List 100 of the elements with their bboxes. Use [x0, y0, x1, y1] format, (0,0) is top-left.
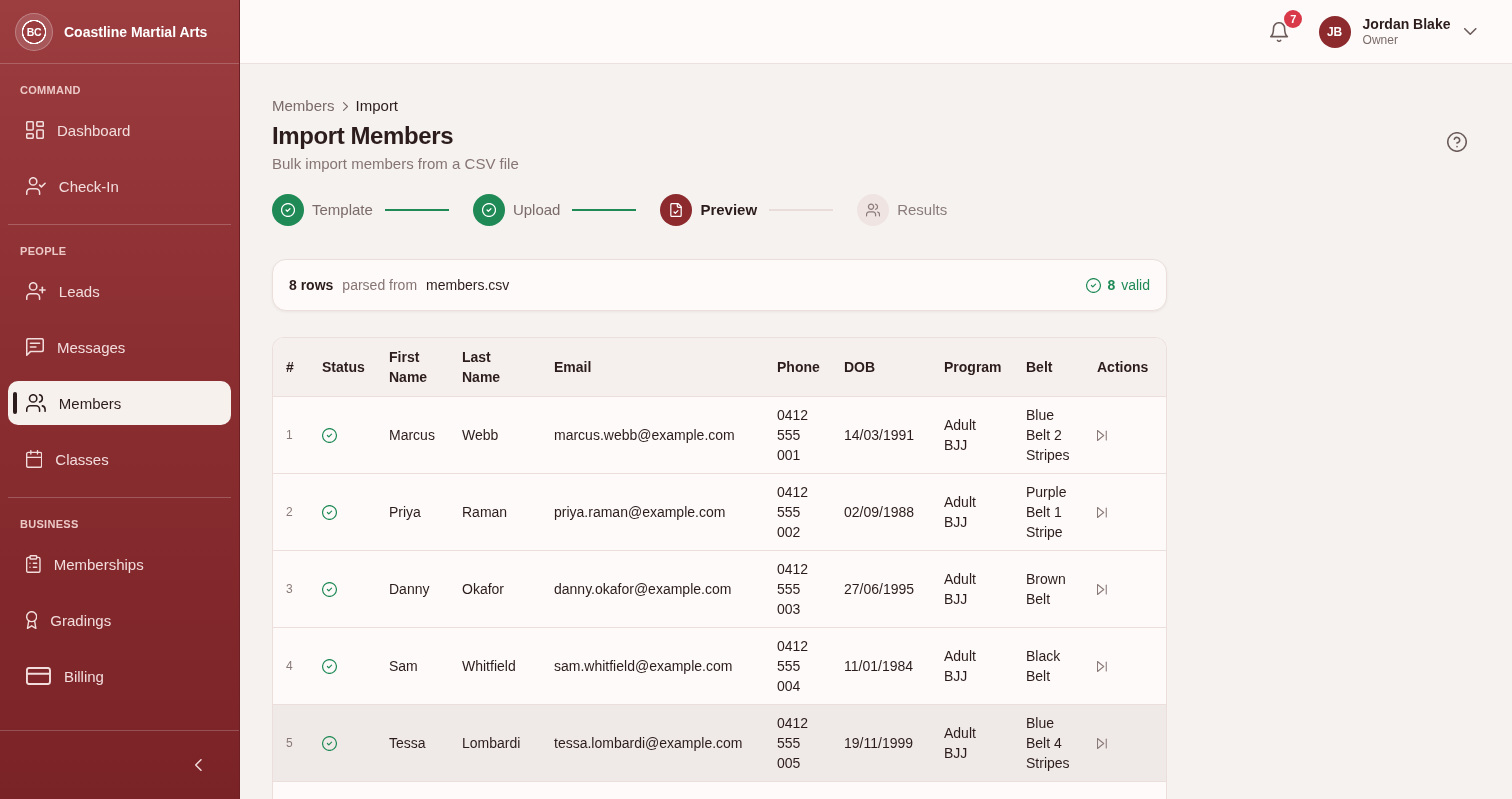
breadcrumb-link[interactable]: Members: [272, 96, 335, 116]
row-number: 1: [285, 427, 294, 444]
column-header: Status: [321, 358, 366, 377]
column-header: #: [285, 358, 295, 377]
source-label: parsed from: [342, 277, 418, 293]
user-avatar[interactable]: JB: [1318, 15, 1351, 48]
user-name: Jordan Blake: [1362, 15, 1451, 33]
table-cell-text: 0412 555 004: [776, 637, 810, 696]
clipboard-list-icon: [26, 555, 41, 573]
table-cell-text: Black Belt: [1025, 647, 1062, 686]
valid-count: 8: [1107, 277, 1116, 293]
table-cell-text: Marcus: [388, 426, 436, 445]
nav-item[interactable]: Gradings: [8, 598, 231, 642]
table-cell-text: 0412 555 002: [776, 483, 810, 542]
skip-forward-icon[interactable]: [1097, 583, 1107, 595]
step-label: Preview: [700, 200, 758, 220]
table-cell-text: 0412 555 005: [776, 714, 810, 773]
table-cell-text: marcus.webb@example.com: [553, 426, 736, 445]
nav-item[interactable]: Dashboard: [8, 108, 231, 152]
nav-item[interactable]: Memberships: [8, 542, 231, 586]
row-number: 2: [285, 504, 294, 521]
table-cell-text: Lombardi: [461, 734, 522, 753]
row-count: 8 rows: [289, 277, 334, 293]
row-number: 4: [285, 658, 294, 675]
column-header: Belt: [1025, 358, 1054, 377]
table-cell-text: tessa.lombardi@example.com: [553, 734, 744, 753]
nav-item[interactable]: Classes: [8, 437, 231, 481]
nav-item[interactable]: Check-In: [8, 164, 231, 208]
table-cell-text: 02/09/1988: [843, 503, 916, 522]
skip-forward-icon[interactable]: [1097, 506, 1107, 518]
table-cell-text: Webb: [461, 426, 500, 445]
table-cell-text: Danny: [388, 580, 431, 599]
table-cell-text: Adult BJJ: [943, 724, 977, 763]
table-cell-text: Okafor: [461, 580, 505, 599]
breadcrumb-current: Import: [355, 96, 399, 116]
table-cell-text: 14/03/1991: [843, 426, 916, 445]
table-cell-text: 11/01/1984: [843, 657, 915, 676]
help-icon[interactable]: [1447, 132, 1467, 152]
valid-check-icon: [1086, 277, 1102, 293]
award-ribbon-icon: [26, 611, 38, 629]
calendar-icon: [26, 450, 43, 468]
chevron-down-icon[interactable]: [1464, 28, 1477, 35]
page-subtitle: Bulk import members from a CSV file: [272, 154, 519, 174]
brand-name: Coastline Martial Arts: [64, 23, 208, 40]
column-header: First Name: [388, 348, 429, 387]
nav-item[interactable]: Leads: [8, 269, 231, 313]
column-header: Phone: [776, 358, 821, 377]
table-cell-text: danny.okafor@example.com: [553, 580, 733, 599]
skip-forward-icon[interactable]: [1097, 660, 1107, 672]
step-connector: [572, 209, 637, 211]
table-cell-text: Brown Belt: [1025, 570, 1067, 609]
table-cell-text: Sam: [388, 657, 419, 676]
user-role: Owner: [1362, 32, 1399, 48]
bell-icon[interactable]: [1270, 21, 1289, 42]
table-cell-text: Blue Belt 4 Stripes: [1025, 714, 1071, 773]
nav-item[interactable]: Messages: [8, 325, 231, 369]
logo-mark: BC: [15, 12, 53, 51]
column-header: Program: [943, 358, 1003, 377]
table-cell-text: 0412 555 003: [776, 560, 810, 619]
column-header: Last Name: [461, 348, 502, 387]
credit-card-icon: [26, 667, 51, 685]
table-cell-text: 27/06/1995: [843, 580, 916, 599]
nav-section-label: COMMAND: [19, 84, 82, 97]
column-header: DOB: [843, 358, 877, 377]
table-cell-text: 0412 555 001: [776, 406, 810, 465]
nav-section-label: BUSINESS: [19, 518, 80, 531]
table-cell-text: sam.whitfield@example.com: [553, 657, 734, 676]
table-cell-text: Adult BJJ: [943, 570, 977, 609]
table-cell-text: Blue Belt 2 Stripes: [1025, 406, 1071, 465]
table-cell-text: priya.raman@example.com: [553, 503, 727, 522]
valid-label: valid: [1121, 277, 1150, 293]
table-cell-text: Raman: [461, 503, 509, 522]
dashboard-grid-icon: [26, 121, 44, 139]
collapse-chevron-icon[interactable]: [195, 759, 202, 771]
table-cell-text: Adult BJJ: [943, 647, 977, 686]
table-cell-text: Adult BJJ: [943, 493, 977, 532]
column-header: Actions: [1096, 358, 1150, 377]
table-cell-text: Priya: [388, 503, 422, 522]
step-label: Results: [897, 200, 948, 220]
notification-badge: 7: [1284, 9, 1303, 28]
table-cell-text: Tessa: [388, 734, 427, 753]
nav-section-label: PEOPLE: [19, 245, 68, 258]
table-cell-text: Whitfield: [461, 657, 517, 676]
file-name: members.csv: [426, 277, 510, 293]
nav-item[interactable]: Members: [8, 381, 231, 425]
table-cell-text: 19/11/1999: [843, 734, 915, 753]
column-header: Email: [553, 358, 593, 377]
user-check-icon: [26, 177, 46, 195]
skip-forward-icon[interactable]: [1097, 429, 1107, 441]
step-label: Template: [312, 200, 373, 220]
table-cell-text: Adult BJJ: [943, 416, 977, 455]
page-title: Import Members: [272, 121, 455, 151]
step-connector: [384, 209, 449, 211]
chevron-right-icon: [342, 101, 348, 111]
step-label: Upload: [512, 200, 561, 220]
user-plus-icon: [26, 282, 46, 300]
skip-forward-icon[interactable]: [1097, 737, 1107, 749]
table-cell-text: Purple Belt 1 Stripe: [1025, 483, 1068, 542]
nav-item[interactable]: Billing: [8, 654, 231, 698]
row-number: 3: [285, 581, 294, 598]
